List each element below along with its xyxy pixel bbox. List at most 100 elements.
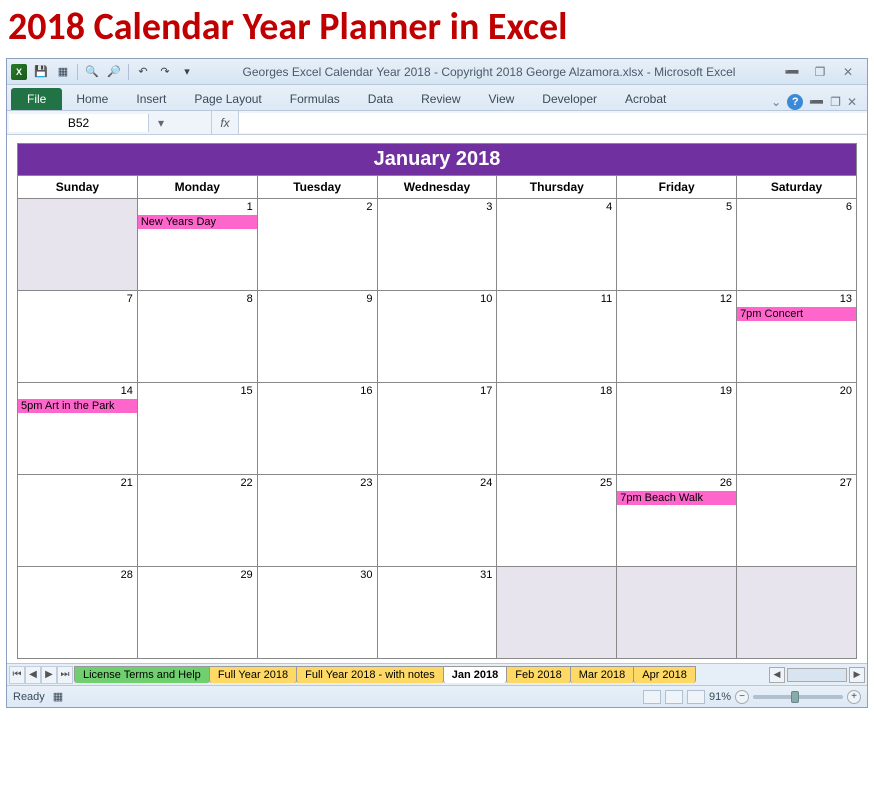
hscroll-track[interactable]: [787, 668, 847, 682]
calendar-cell[interactable]: 2: [257, 199, 377, 291]
day-number: 6: [846, 201, 852, 213]
undo-icon[interactable]: ↶: [135, 64, 151, 80]
calendar-cell[interactable]: 7: [18, 291, 138, 383]
calendar-cell[interactable]: 9: [257, 291, 377, 383]
calendar-cell[interactable]: 8: [137, 291, 257, 383]
calendar-cell[interactable]: 18: [497, 383, 617, 475]
ribbon-tab-home[interactable]: Home: [62, 88, 122, 110]
save-icon[interactable]: 💾: [33, 64, 49, 80]
calendar-cell[interactable]: [617, 567, 737, 659]
calendar-cell[interactable]: 6: [737, 199, 857, 291]
ribbon-options-icon[interactable]: ⌄: [771, 95, 781, 109]
calendar-cell[interactable]: [737, 567, 857, 659]
sheet-tab[interactable]: Full Year 2018 - with notes: [296, 666, 444, 683]
view-page-layout-icon[interactable]: [665, 690, 683, 704]
calendar-cell[interactable]: 1 New Years Day: [137, 199, 257, 291]
ribbon-tab-insert[interactable]: Insert: [122, 88, 180, 110]
sheet-tab[interactable]: Full Year 2018: [209, 666, 297, 683]
file-tab[interactable]: File: [11, 88, 62, 110]
calendar-event[interactable]: 5pm Art in the Park: [18, 399, 137, 413]
calendar-title: January 2018: [18, 144, 857, 176]
calendar-event[interactable]: 7pm Beach Walk: [617, 491, 736, 505]
calendar-cell[interactable]: 19: [617, 383, 737, 475]
ribbon-tab-formulas[interactable]: Formulas: [276, 88, 354, 110]
day-number: 3: [486, 201, 492, 213]
find-icon[interactable]: 🔍: [84, 64, 100, 80]
view-normal-icon[interactable]: [643, 690, 661, 704]
minimize-icon[interactable]: ➖: [783, 65, 801, 79]
worksheet-area[interactable]: January 2018 SundayMondayTuesdayWednesda…: [7, 135, 867, 663]
calendar-cell[interactable]: 10: [377, 291, 497, 383]
calendar-cell[interactable]: 17: [377, 383, 497, 475]
ribbon-tab-acrobat[interactable]: Acrobat: [611, 88, 680, 110]
tab-nav-prev-icon[interactable]: ◀: [25, 666, 41, 684]
calendar-cell[interactable]: 12: [617, 291, 737, 383]
ribbon-tab-developer[interactable]: Developer: [528, 88, 611, 110]
calendar-cell[interactable]: 4: [497, 199, 617, 291]
calendar-cell[interactable]: 20: [737, 383, 857, 475]
formula-input[interactable]: [239, 113, 867, 133]
zoom-out-icon[interactable]: −: [735, 690, 749, 704]
sheet-tab[interactable]: Jan 2018: [443, 666, 507, 683]
fx-icon[interactable]: fx: [211, 111, 239, 134]
name-box-dropdown-icon[interactable]: ▾: [151, 116, 171, 130]
sheet-tab[interactable]: License Terms and Help: [74, 666, 210, 683]
doc-minimize-icon[interactable]: ➖: [809, 95, 824, 109]
zoom-level[interactable]: 91%: [709, 691, 731, 703]
calendar-cell[interactable]: 21: [18, 475, 138, 567]
close-icon[interactable]: ✕: [839, 65, 857, 79]
zoom-slider[interactable]: [753, 695, 843, 699]
name-box[interactable]: B52: [9, 114, 149, 132]
ribbon-tab-data[interactable]: Data: [354, 88, 407, 110]
tab-nav-first-icon[interactable]: ⏮: [9, 666, 25, 684]
sheet-tab[interactable]: Apr 2018: [633, 666, 696, 683]
calendar-cell[interactable]: 137pm Concert: [737, 291, 857, 383]
day-number: 31: [480, 569, 492, 581]
day-number: 1: [247, 201, 253, 213]
calendar-cell[interactable]: 15: [137, 383, 257, 475]
calendar-cell[interactable]: 145pm Art in the Park: [18, 383, 138, 475]
ribbon-tab-view[interactable]: View: [475, 88, 529, 110]
calendar-cell[interactable]: 31: [377, 567, 497, 659]
calendar-cell[interactable]: 30: [257, 567, 377, 659]
qat-dropdown-icon[interactable]: ▾: [179, 64, 195, 80]
calendar-cell[interactable]: 16: [257, 383, 377, 475]
macro-record-icon[interactable]: ▦: [53, 690, 63, 703]
calendar-cell[interactable]: 27: [737, 475, 857, 567]
tab-nav-last-icon[interactable]: ⏭: [57, 666, 73, 684]
calendar-cell[interactable]: 26 7pm Beach Walk: [617, 475, 737, 567]
help-icon[interactable]: ?: [787, 94, 803, 110]
day-number: 26: [720, 477, 732, 489]
calendar-cell[interactable]: 29: [137, 567, 257, 659]
day-number: 24: [480, 477, 492, 489]
calendar-cell[interactable]: 24: [377, 475, 497, 567]
calendar-cell[interactable]: 28: [18, 567, 138, 659]
calendar-cell[interactable]: 25: [497, 475, 617, 567]
hscroll-right-icon[interactable]: ▶: [849, 667, 865, 683]
calendar-cell[interactable]: 3: [377, 199, 497, 291]
calendar-day-header: Wednesday: [377, 176, 497, 199]
excel-app-icon[interactable]: X: [11, 64, 27, 80]
ribbon-tab-page-layout[interactable]: Page Layout: [180, 88, 275, 110]
doc-close-icon[interactable]: ✕: [847, 95, 857, 109]
print-icon[interactable]: ▦: [55, 64, 71, 80]
calendar-cell[interactable]: [18, 199, 138, 291]
calendar-cell[interactable]: 5: [617, 199, 737, 291]
calendar-cell[interactable]: [497, 567, 617, 659]
tab-nav-next-icon[interactable]: ▶: [41, 666, 57, 684]
calendar-cell[interactable]: 23: [257, 475, 377, 567]
replace-icon[interactable]: 🔎: [106, 64, 122, 80]
hscroll-left-icon[interactable]: ◀: [769, 667, 785, 683]
calendar-event[interactable]: New Years Day: [138, 215, 257, 229]
view-page-break-icon[interactable]: [687, 690, 705, 704]
restore-icon[interactable]: ❐: [811, 65, 829, 79]
doc-restore-icon[interactable]: ❐: [830, 95, 841, 109]
ribbon-tab-review[interactable]: Review: [407, 88, 474, 110]
calendar-cell[interactable]: 22: [137, 475, 257, 567]
zoom-in-icon[interactable]: +: [847, 690, 861, 704]
redo-icon[interactable]: ↷: [157, 64, 173, 80]
sheet-tab[interactable]: Mar 2018: [570, 666, 634, 683]
sheet-tab[interactable]: Feb 2018: [506, 666, 570, 683]
calendar-event[interactable]: 7pm Concert: [737, 307, 856, 321]
calendar-cell[interactable]: 11: [497, 291, 617, 383]
